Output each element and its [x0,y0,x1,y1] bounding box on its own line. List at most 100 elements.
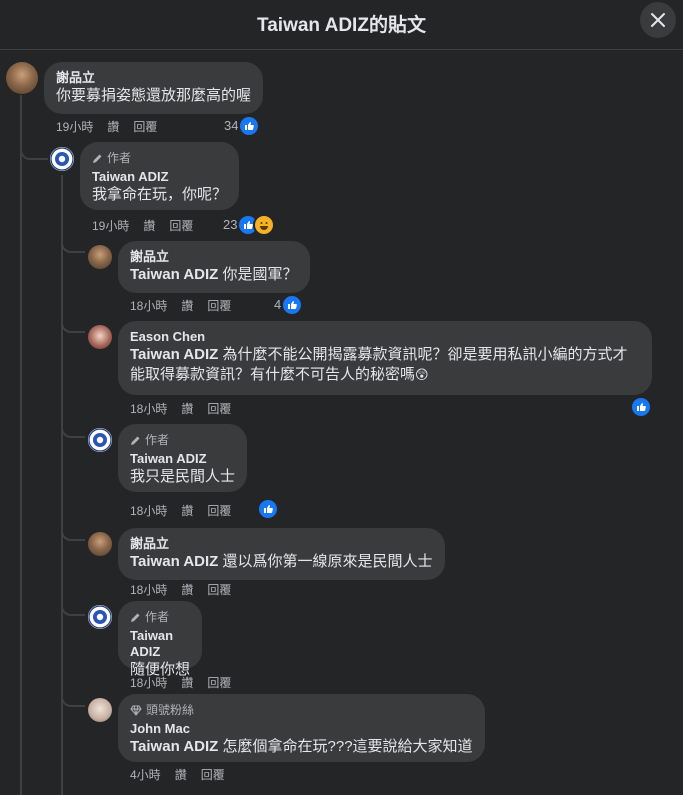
dialog-header: Taiwan ADIZ的貼文 [0,0,683,50]
comment-bubble: 謝品立 你要募捐姿態還放那麼高的喔 [44,62,264,114]
fan-badge-label: 頭號粉絲 [146,703,195,717]
comment-time[interactable]: 18小時 [130,401,167,417]
thread-connector [61,243,85,253]
author-badge: 作者 [92,150,227,166]
comment-author[interactable]: Taiwan ADIZ [130,451,235,467]
like-reaction-icon [240,117,259,135]
comment-time[interactable]: 18小時 [130,298,167,314]
reply-button[interactable]: 回覆 [207,582,231,598]
thread-line-main [20,95,22,795]
mention-tag[interactable]: Taiwan ADIZ [130,266,218,283]
like-reaction-icon [283,296,302,314]
comment-text: 我只是民間人士 [130,468,236,485]
comment-actions: 18小時 讚 回覆 [130,675,231,691]
avatar[interactable] [50,147,74,171]
like-button[interactable]: 讚 [181,675,193,691]
comment-bubble: 作者 Taiwan ADIZ 我拿命在玩，你呢？ [80,142,240,210]
thread-connector [20,150,48,160]
comment-time[interactable]: 18小時 [130,675,167,691]
mention-tag[interactable]: Taiwan ADIZ [130,346,218,363]
diamond-icon [130,705,142,716]
comment-time[interactable]: 19小時 [56,119,93,135]
reaction-number: 4 [274,297,282,312]
reaction-count[interactable]: 34 [224,117,259,135]
reply-button[interactable]: 回覆 [207,503,231,519]
comment-actions: 18小時 讚 回覆 [130,401,231,417]
like-button[interactable]: 讚 [181,582,193,598]
like-button[interactable]: 讚 [143,218,155,234]
pencil-icon [93,154,102,163]
thread-connector [61,606,85,616]
comment-text: Taiwan ADIZ 你是國軍？ [130,265,298,285]
comment-author[interactable]: Taiwan ADIZ [130,628,190,660]
comment-author[interactable]: 謝品立 [130,536,433,552]
avatar[interactable] [88,325,112,349]
comment-bubble: 作者 Taiwan ADIZ 我只是民間人士 [118,424,248,492]
reaction-count[interactable]: 23 [223,216,274,234]
comment-text: Taiwan ADIZ 還以爲你第一線原來是民間人士 [130,552,433,572]
comment-actions: 18小時 讚 回覆 [130,503,231,519]
pencil-icon [131,436,140,445]
reply-button[interactable]: 回覆 [207,401,231,417]
pencil-icon [131,613,140,622]
close-button[interactable] [640,2,676,38]
comment-actions: 18小時 讚 回覆 [130,298,231,314]
comment-author[interactable]: John Mac [130,721,473,737]
comment-author[interactable]: 謝品立 [56,70,251,86]
comment-text: Taiwan ADIZ 怎麼個拿命在玩???這要說給大家知道 [130,737,473,757]
reaction-number: 23 [223,217,238,232]
comment-time[interactable]: 18小時 [130,582,167,598]
comment-text: Taiwan ADIZ 為什麼不能公開揭露募款資訊呢？卻是要用私訊小編的方式才能… [130,345,640,385]
reply-button[interactable]: 回覆 [169,218,193,234]
reply-button[interactable]: 回覆 [133,119,157,135]
comment-actions: 19小時 讚 回覆 [92,218,193,234]
comment-bubble: 作者 Taiwan ADIZ 隨便你想 [118,601,203,678]
comment-author[interactable]: Taiwan ADIZ [92,169,227,185]
dialog-title: Taiwan ADIZ的貼文 [257,15,426,36]
reaction-count[interactable]: 4 [274,296,302,314]
comment-body: 你是國軍？ [218,266,298,283]
reaction-count[interactable] [632,398,650,416]
comment-text: 我拿命在玩，你呢？ [92,186,228,203]
comment-time[interactable]: 19小時 [92,218,129,234]
comment-author[interactable]: Eason Chen [130,329,640,345]
avatar[interactable] [88,605,112,629]
emblem-icon [88,605,112,629]
comment-author[interactable]: 謝品立 [130,249,298,265]
emblem-icon [50,147,74,171]
like-button[interactable]: 讚 [181,503,193,519]
comment-bubble: 頭號粉絲 John Mac Taiwan ADIZ 怎麼個拿命在玩???這要說給… [118,694,485,762]
like-button[interactable]: 讚 [175,767,187,783]
like-reaction-icon [259,500,277,518]
comment-actions: 4小時 讚 回覆 [130,767,225,783]
avatar[interactable] [88,532,112,556]
author-badge: 作者 [130,432,235,448]
mention-tag[interactable]: Taiwan ADIZ [130,553,218,570]
avatar[interactable] [88,698,112,722]
comment-bubble: 謝品立 Taiwan ADIZ 還以爲你第一線原來是民間人士 [118,528,445,580]
reaction-count[interactable] [259,500,277,518]
avatar[interactable] [88,428,112,452]
comment-text: 你要募捐姿態還放那麼高的喔 [56,87,252,104]
like-button[interactable]: 讚 [107,119,119,135]
comment-actions: 19小時 讚 回覆 [56,119,157,135]
like-button[interactable]: 讚 [181,298,193,314]
comment-actions: 18小時 讚 回覆 [130,582,231,598]
comment-bubble: 謝品立 Taiwan ADIZ 你是國軍？ [118,241,310,293]
thread-connector [61,323,85,333]
reply-button[interactable]: 回覆 [207,298,231,314]
reply-button[interactable]: 回覆 [207,675,231,691]
thread-connector [61,428,85,438]
mention-tag[interactable]: Taiwan ADIZ [130,738,218,755]
comment-time[interactable]: 18小時 [130,503,167,519]
author-badge: 作者 [130,609,190,625]
avatar[interactable] [88,245,112,269]
like-button[interactable]: 讚 [181,401,193,417]
reply-button[interactable]: 回覆 [201,767,225,783]
thread-connector [61,697,85,707]
avatar[interactable] [6,62,38,94]
comment-time[interactable]: 4小時 [130,767,161,783]
close-icon [651,13,665,27]
comment-body: 還以爲你第一線原來是民間人士 [218,553,433,570]
comment-bubble: Eason Chen Taiwan ADIZ 為什麼不能公開揭露募款資訊呢？卻是… [118,321,652,395]
